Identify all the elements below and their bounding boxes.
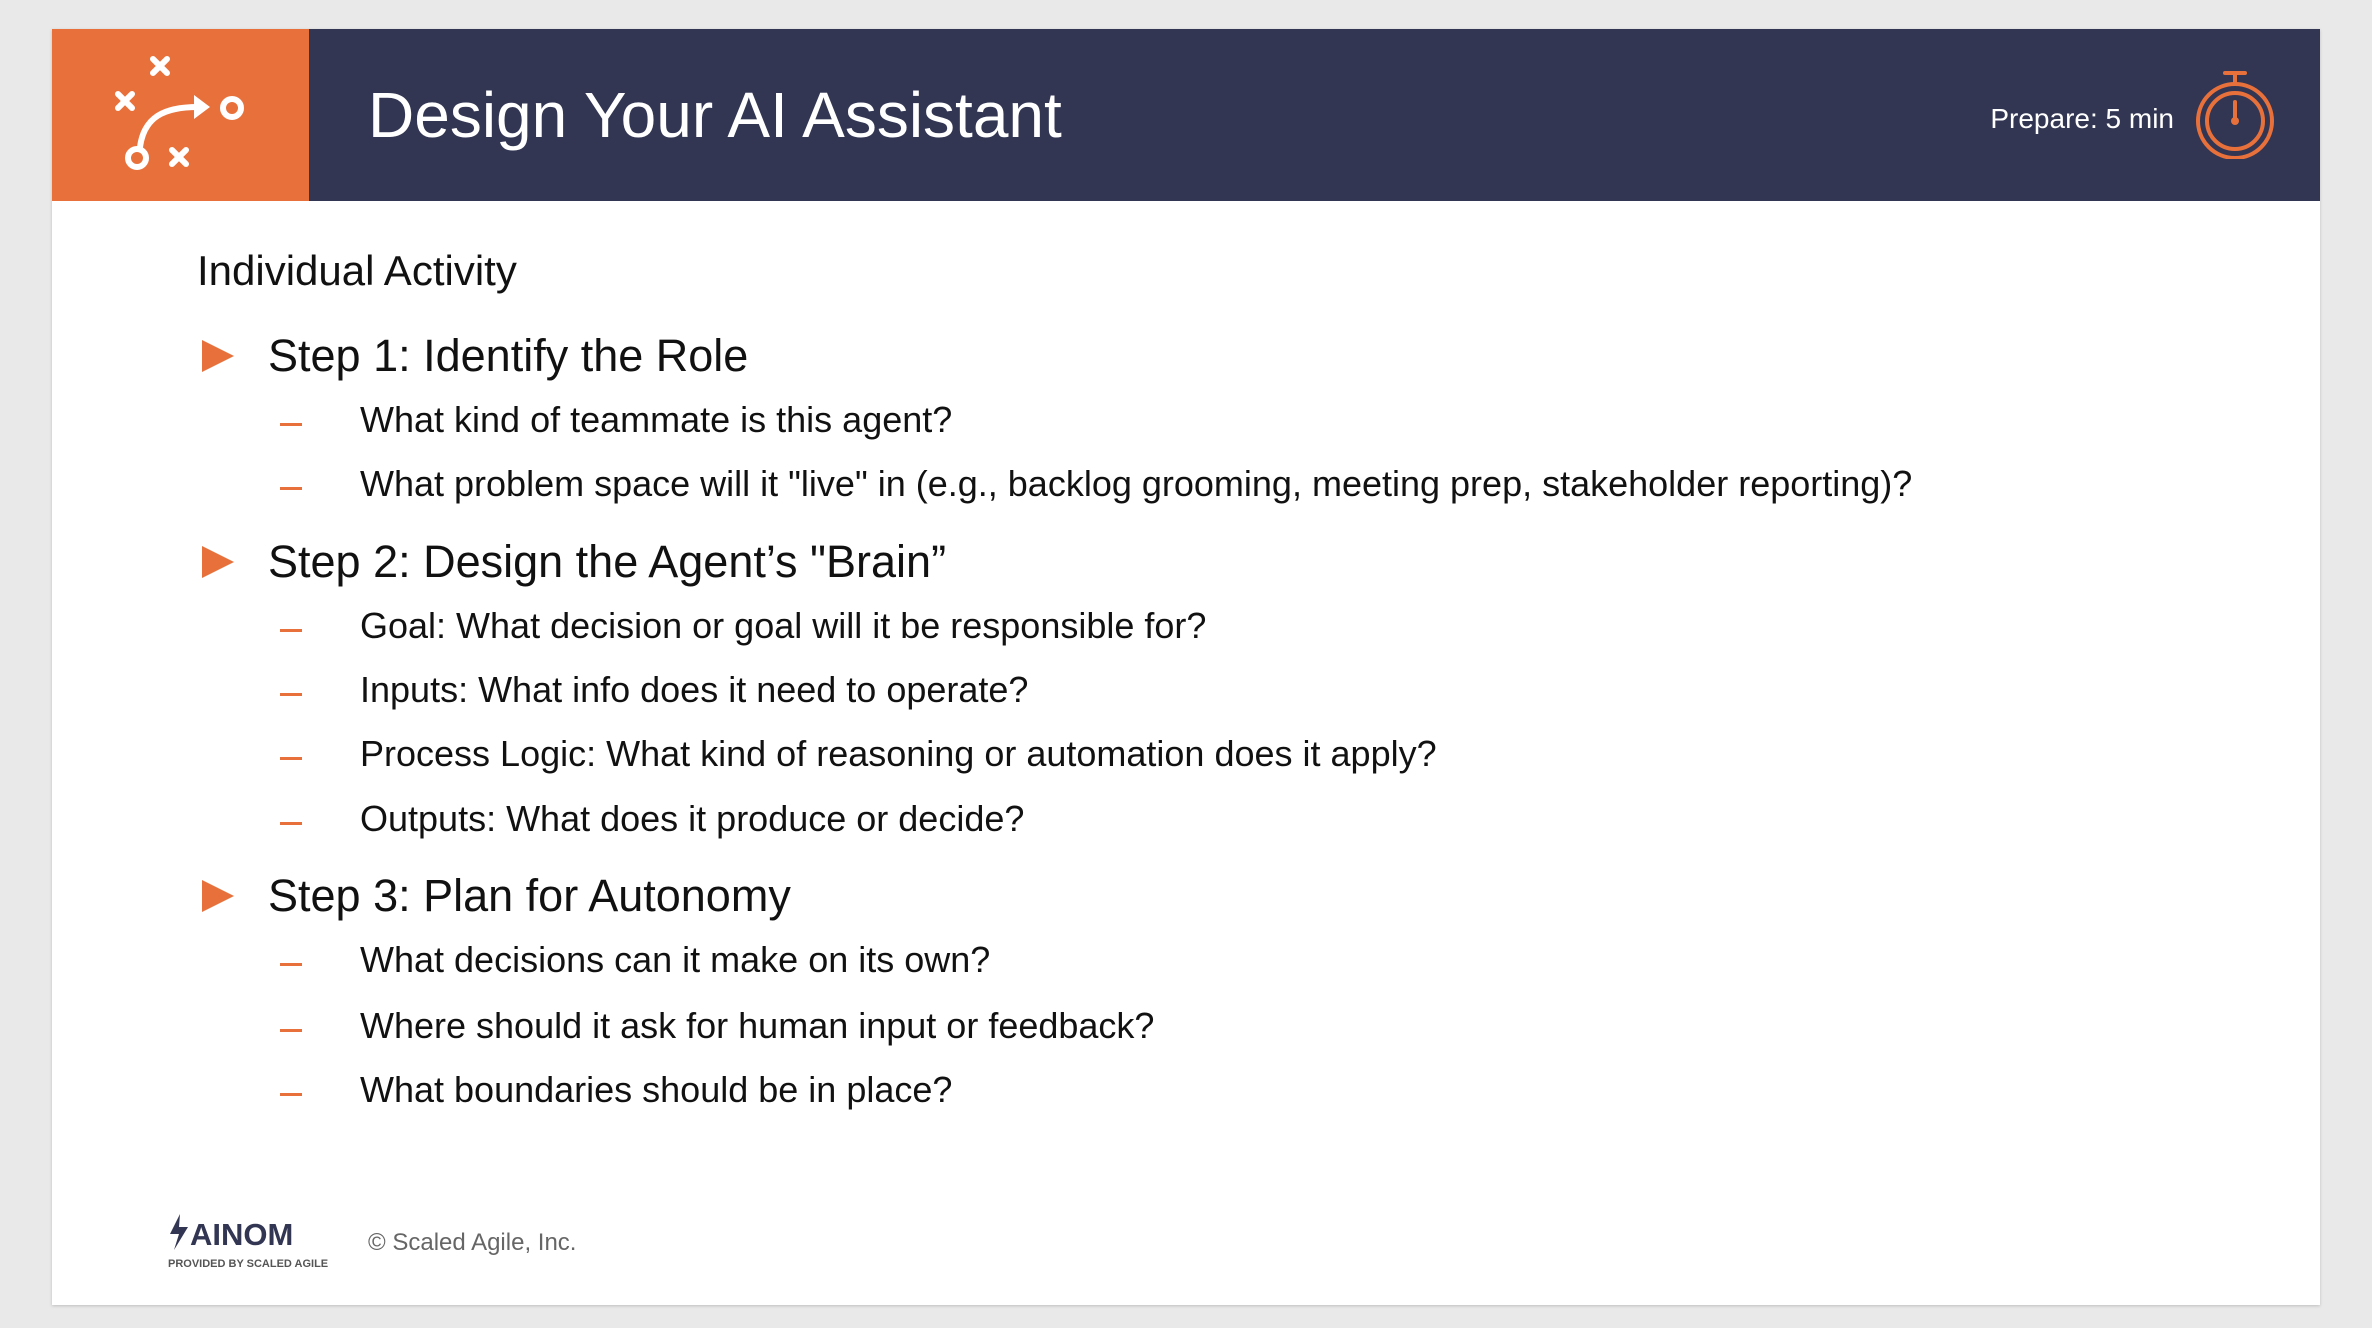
bullet-arrow-icon	[202, 546, 234, 578]
list-item: What problem space will it "live" in (e.…	[280, 462, 1912, 506]
list-item: Inputs: What info does it need to operat…	[280, 668, 1028, 712]
step-1: Step 1: Identify the Role	[202, 329, 748, 383]
bullet-arrow-icon	[202, 340, 234, 372]
step-2: Step 2: Design the Agent’s "Brain”	[202, 535, 946, 589]
list-item-label: Goal: What decision or goal will it be r…	[360, 605, 1207, 646]
list-item: Outputs: What does it produce or decide?	[280, 797, 1024, 841]
list-item: Where should it ask for human input or f…	[280, 1004, 1154, 1048]
ainom-logo: AINOM PROVIDED BY SCALED AGILE	[168, 1214, 328, 1270]
step-label: Step 2: Design the Agent’s "Brain”	[268, 536, 947, 587]
slide-content: Individual Activity Step 1: Identify the…	[52, 29, 2320, 1305]
list-item-label: Outputs: What does it produce or decide?	[360, 798, 1025, 839]
dash-bullet-icon	[280, 756, 302, 760]
dash-bullet-icon	[280, 486, 302, 490]
list-item: What decisions can it make on its own?	[280, 938, 990, 982]
copyright: © Scaled Agile, Inc.	[368, 1229, 577, 1256]
list-item-label: What problem space will it "live" in (e.…	[360, 463, 1913, 504]
dash-bullet-icon	[280, 1092, 302, 1096]
step-label: Step 3: Plan for Autonomy	[268, 870, 791, 921]
brand-name: AINOM	[190, 1217, 293, 1252]
step-label: Step 1: Identify the Role	[268, 330, 749, 381]
dash-bullet-icon	[280, 628, 302, 632]
list-item-label: Process Logic: What kind of reasoning or…	[360, 733, 1437, 774]
slide: Design Your AI Assistant Prepare: 5 min …	[52, 29, 2320, 1305]
bullet-arrow-icon	[202, 880, 234, 912]
list-item: Goal: What decision or goal will it be r…	[280, 604, 1206, 648]
list-item-label: Inputs: What info does it need to operat…	[360, 669, 1029, 710]
list-item: What kind of teammate is this agent?	[280, 398, 952, 442]
list-item-label: What kind of teammate is this agent?	[360, 399, 953, 440]
brand-tagline: PROVIDED BY SCALED AGILE	[168, 1258, 328, 1270]
step-3: Step 3: Plan for Autonomy	[202, 869, 791, 923]
list-item: Process Logic: What kind of reasoning or…	[280, 732, 1437, 776]
list-item-label: What boundaries should be in place?	[360, 1069, 953, 1110]
dash-bullet-icon	[280, 962, 302, 966]
dash-bullet-icon	[280, 821, 302, 825]
activity-title: Individual Activity	[197, 247, 517, 294]
dash-bullet-icon	[280, 1028, 302, 1032]
dash-bullet-icon	[280, 422, 302, 426]
dash-bullet-icon	[280, 692, 302, 696]
list-item-label: Where should it ask for human input or f…	[360, 1005, 1155, 1046]
list-item: What boundaries should be in place?	[280, 1068, 952, 1112]
list-item-label: What decisions can it make on its own?	[360, 939, 991, 980]
